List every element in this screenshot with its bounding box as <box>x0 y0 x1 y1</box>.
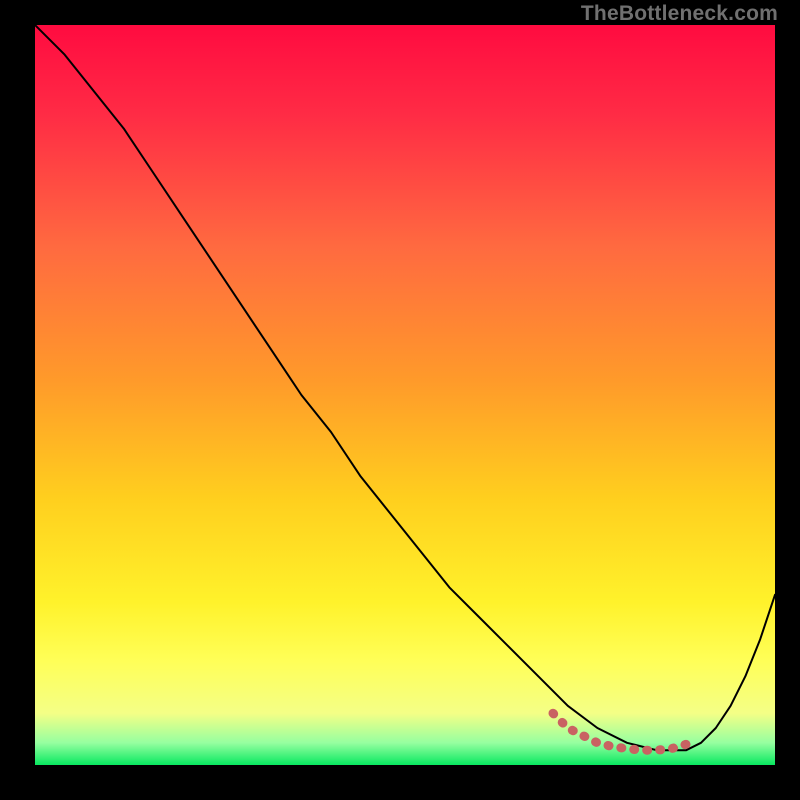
attribution-label: TheBottleneck.com <box>581 2 778 26</box>
highlight-markers <box>553 713 694 750</box>
chart-stage: TheBottleneck.com <box>0 0 800 800</box>
bottleneck-curve <box>35 25 775 750</box>
plot-area <box>35 25 775 765</box>
curve-layer <box>35 25 775 765</box>
